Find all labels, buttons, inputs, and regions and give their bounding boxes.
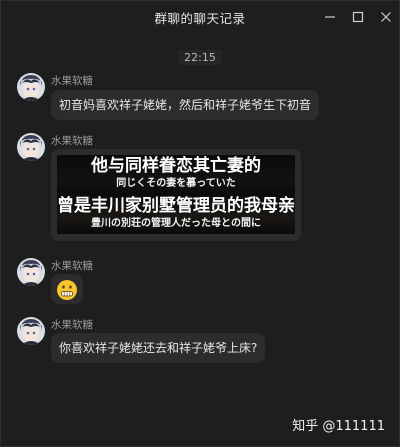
sender-name: 水果软糖 [51, 135, 93, 147]
message-bubble[interactable]: 初音妈喜欢祥子姥姥，然后和祥子姥爷生下初音 [51, 90, 320, 120]
sender-name: 水果软糖 [51, 75, 93, 87]
avatar[interactable] [17, 317, 45, 345]
timestamp-divider: 22:15 [1, 46, 399, 65]
watermark: 知乎 @111111 [292, 419, 385, 434]
maximize-icon[interactable] [351, 10, 365, 24]
message-bubble[interactable]: 你喜欢祥子姥姥还去和祥子姥爷上床? [51, 333, 266, 363]
sender-name: 水果软糖 [51, 260, 93, 272]
grimace-emoji-icon [57, 280, 77, 300]
message-text: 初音妈喜欢祥子姥姥，然后和祥子姥爷生下初音 [59, 98, 312, 112]
image-message-bubble[interactable]: 他与同样眷恋其亡妻的 同じくその妻を慕っていた 曾是丰川家别墅管理员的我母亲 豊… [51, 149, 301, 241]
avatar[interactable] [17, 73, 45, 101]
close-icon[interactable] [379, 10, 393, 24]
window-title: 群聊的聊天记录 [154, 10, 246, 26]
caption-2-main: 曾是丰川家别墅管理员的我母亲 [57, 196, 295, 216]
title-bar: 群聊的聊天记录 [1, 1, 399, 33]
caption-1-sub: 同じくその妻を慕っていた [116, 178, 236, 189]
window-controls [323, 1, 393, 33]
avatar[interactable] [17, 258, 45, 286]
caption-2-sub: 豊川の別荘の管理人だった母との間に [91, 218, 261, 229]
screenshot-caption-1: 他与同样眷恋其亡妻的 同じくその妻を慕っていた [57, 155, 295, 195]
minimize-icon[interactable] [323, 10, 337, 24]
avatar[interactable] [17, 133, 45, 161]
caption-1-main: 他与同样眷恋其亡妻的 [91, 156, 261, 176]
screenshot-caption-2: 曾是丰川家别墅管理员的我母亲 豊川の別荘の管理人だった母との間に [57, 195, 295, 234]
timestamp: 22:15 [178, 50, 222, 65]
chat-history-window: 群聊的聊天记录 22:15 水果软糖 初音妈喜欢祥子姥姥，然后和祥子姥爷生下初音… [0, 0, 400, 447]
emoji-message-bubble[interactable] [51, 274, 83, 304]
message-text: 你喜欢祥子姥姥还去和祥子姥爷上床? [59, 341, 258, 355]
sender-name: 水果软糖 [51, 319, 93, 331]
